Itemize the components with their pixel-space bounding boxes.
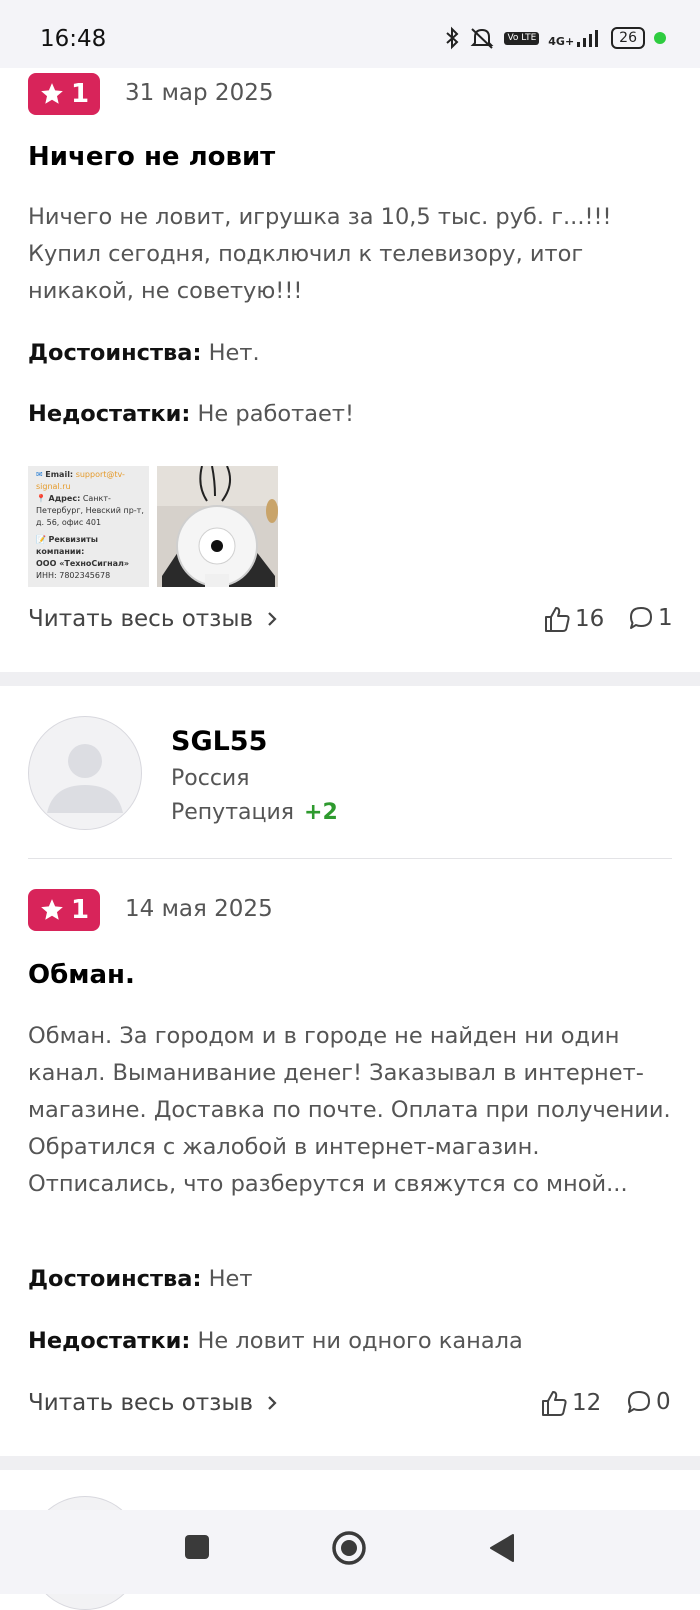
back-button[interactable] [488,1533,516,1567]
photo-company: ООО «ТехноСигнал» [36,559,130,568]
status-time: 16:48 [40,26,107,52]
rating-value: 1 [70,895,90,925]
review-photo-1[interactable]: ✉ Email: support@tv-signal.ru 📍 Адрес: С… [28,466,149,587]
cons-label: Недостатки: [28,1328,191,1354]
avatar[interactable] [28,716,142,830]
read-more-label: Читать весь отзыв [28,606,254,632]
home-circle-icon [332,1531,366,1565]
home-button[interactable] [331,1530,367,1570]
like-button[interactable]: 16 [543,605,604,633]
reputation-label: Репутация [171,800,295,825]
review-card: 1 31 мар 2025 Ничего не ловит Ничего не … [0,68,700,672]
user-country: Россия [171,766,250,791]
system-nav-bar [0,1510,700,1594]
review-photo-2[interactable] [157,466,278,587]
review-pros: Достоинства: Нет [28,1266,252,1292]
rating-badge: 1 [28,889,100,931]
comment-count: 0 [656,1389,671,1415]
cons-label: Недостатки: [28,401,191,427]
volte-icon: Vo LTE [504,31,540,45]
review-title[interactable]: Ничего не ловит [28,142,275,172]
user-reputation: Репутация +2 [171,800,338,825]
photo-inn: ИНН: 7802345678 [36,571,111,580]
section-divider [0,672,700,686]
divider-line [28,858,672,859]
read-full-review-link[interactable]: Читать весь отзыв [28,606,277,632]
cons-value: Не ловит ни одного канала [197,1328,523,1354]
review-card-partial [0,1470,700,1610]
mute-icon [471,28,494,49]
photo-email-label: Email: [45,470,74,479]
comment-icon [628,1391,650,1413]
review-date: 31 мар 2025 [125,80,274,106]
antenna-photo-image [157,466,278,587]
review-title[interactable]: Обман. [28,960,135,990]
review-cons: Недостатки: Не ловит ни одного канала [28,1328,523,1354]
thumbs-up-icon [542,1391,567,1416]
photo-address-label: Адрес: [48,494,81,503]
rating-value: 1 [70,79,90,109]
section-divider [0,1456,700,1470]
status-icons: Vo LTE 4G+ 26 [444,26,666,50]
pros-label: Достоинства: [28,340,202,366]
chevron-right-icon [268,612,277,626]
back-triangle-icon [490,1534,514,1562]
review-date: 14 мая 2025 [125,896,273,922]
comment-count: 1 [658,605,673,631]
star-icon [41,899,63,920]
read-full-review-link[interactable]: Читать весь отзыв [28,1390,277,1416]
like-count: 12 [572,1390,602,1416]
dot-icon [654,32,666,44]
review-card: SGL55 Россия Репутация +2 1 14 мая 2025 О… [0,686,700,1456]
chevron-right-icon [268,1396,277,1410]
read-more-label: Читать весь отзыв [28,1390,254,1416]
comment-button[interactable]: 0 [626,1389,671,1415]
comment-icon [630,607,652,629]
cons-value: Не работает! [197,401,355,427]
review-cons: Недостатки: Не работает! [28,401,354,427]
star-icon [41,83,63,104]
signal-icon: 4G+ [548,28,602,48]
review-text[interactable]: Обман. За городом и в городе не найден н… [28,1018,678,1203]
like-button[interactable]: 12 [540,1389,601,1417]
username[interactable]: SGL55 [171,726,267,757]
square-icon [185,1535,209,1559]
like-count: 16 [575,606,605,632]
network-type: 4G+ [548,35,575,48]
battery-icon: 26 [611,27,645,49]
reputation-value: +2 [304,800,338,825]
status-bar: 16:48 Vo LTE 4G+ 26 [0,0,700,68]
review-pros: Достоинства: Нет. [28,340,260,366]
pros-label: Достоинства: [28,1266,202,1292]
review-text[interactable]: Ничего не ловит, игрушка за 10,5 тыс. ру… [28,199,678,310]
rating-badge: 1 [28,73,100,115]
user-placeholder-icon [47,744,123,813]
pros-value: Нет [208,1266,253,1292]
pros-value: Нет. [208,340,260,366]
comment-button[interactable]: 1 [628,605,673,631]
recents-button[interactable] [183,1533,211,1565]
thumbs-up-icon [545,607,570,632]
bluetooth-icon [446,26,459,50]
photo-requisites-label: Реквизиты компании: [36,535,99,556]
